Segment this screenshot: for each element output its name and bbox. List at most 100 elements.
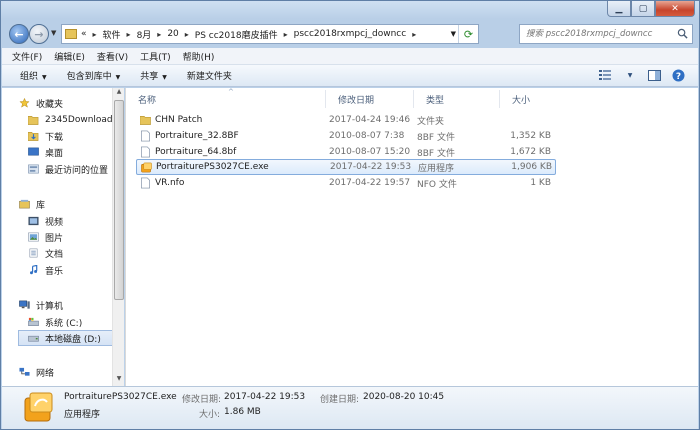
sidebar-item-2345downloads[interactable]: 2345Downloads [28,112,117,128]
refresh-icon: ⟳ [463,27,474,41]
scroll-down-icon[interactable]: ▼ [113,375,125,386]
file-modified: 2010-08-07 15:20 [329,147,411,157]
preview-pane-button[interactable] [646,68,662,82]
new-folder-button[interactable]: 新建文件夹 [187,69,232,82]
sidebar-favorites[interactable]: 收藏夹 [19,95,63,111]
details-created-label: 创建日期: [320,395,360,405]
close-button[interactable]: ✕ [655,1,695,17]
share-label: 共享 [140,72,159,82]
details-created-value: 2020-08-20 10:45 [363,392,445,402]
menu-bar: 文件(F) 编辑(E) 查看(V) 工具(T) 帮助(H) [2,48,698,65]
breadcrumb-separator[interactable]: ▸ [278,30,294,39]
view-controls: ▼ ? [598,68,686,82]
sidebar-item-downloads[interactable]: 下载 [28,128,63,144]
breadcrumb[interactable]: pscc2018rxmpcj_downcc [294,29,407,39]
breadcrumb[interactable]: 软件 [103,28,121,41]
scrollbar-thumb[interactable] [114,100,124,300]
file-modified: 2017-04-22 19:57 [329,178,411,188]
address-bar[interactable]: « ▸ 软件 ▸ 8月 ▸ 20 ▸ PS cc2018磨皮插件 ▸ pscc2… [61,24,479,44]
network-icon [19,367,30,376]
organize-button[interactable]: 组织 ▼ [20,69,47,82]
window-controls: ▁ ▢ ✕ [607,1,695,17]
include-in-library-button[interactable]: 包含到库中 ▼ [67,69,121,82]
help-button[interactable]: ? [670,68,686,82]
menu-file[interactable]: 文件(F) [12,50,42,63]
details-pane: PortraiturePS3027CE.exe 应用程序 修改日期: 2017-… [2,386,698,429]
sidebar-item-pictures[interactable]: 图片 [28,229,63,245]
column-header-size[interactable]: 大小 [500,90,580,108]
breadcrumb-separator[interactable]: ▸ [87,30,103,39]
column-header-type[interactable]: 类型 [414,90,500,108]
column-header-modified[interactable]: 修改日期 [326,90,414,108]
view-options-dropdown[interactable]: ▼ [622,68,638,82]
file-modified: 2017-04-22 19:53 [330,162,412,172]
refresh-button[interactable]: ⟳ [458,25,478,43]
document-icon [29,248,38,258]
minimize-button[interactable]: ▁ [607,1,631,17]
search-input[interactable] [526,29,676,39]
sidebar-computer[interactable]: 计算机 [19,297,63,313]
change-view-button[interactable] [598,68,614,82]
chevron-down-icon: ▼ [627,71,633,79]
breadcrumb[interactable]: PS cc2018磨皮插件 [195,28,278,41]
svg-text:?: ? [675,72,680,82]
file-row-portraiture-32[interactable]: Portraiture_32.8BF 2010-08-07 7:38 8BF 文… [136,128,556,144]
exe-icon [141,162,152,173]
sidebar-network[interactable]: 网络 [19,364,54,380]
breadcrumb[interactable]: 8月 [137,28,152,41]
folder-icon [28,116,39,125]
menu-tools[interactable]: 工具(T) [140,50,171,63]
sidebar-item-desktop[interactable]: 桌面 [28,144,63,160]
sidebar-item-music[interactable]: 音乐 [28,262,63,278]
search-icon[interactable] [677,28,688,39]
column-header-name[interactable]: 名称 [126,90,326,108]
file-name: Portraiture_64.8bf [155,147,237,157]
back-button[interactable]: ← [9,24,29,44]
sidebar-item-documents[interactable]: 文档 [28,245,63,261]
menu-edit[interactable]: 编辑(E) [54,50,85,63]
file-row-chn-patch[interactable]: CHN Patch 2017-04-24 19:46 文件夹 [136,112,556,128]
navigation-pane: 收藏夹 2345Downloads 下载 桌面 最近访问的位置 库 视频 图片 … [2,88,124,386]
sidebar-libraries[interactable]: 库 [19,196,45,212]
breadcrumb-separator[interactable]: ▸ [179,30,195,39]
breadcrumb-separator[interactable]: ▸ [121,30,137,39]
library-icon [19,199,30,209]
sidebar-item-recent-places[interactable]: 最近访问的位置 [28,161,108,177]
sidebar-item-label: 本地磁盘 (D:) [45,334,101,345]
breadcrumb[interactable]: 20 [167,29,178,39]
recent-pages-dropdown[interactable]: ▼ [51,29,56,37]
sidebar-item-drive-d[interactable]: 本地磁盘 (D:) [18,330,122,346]
forward-button[interactable]: → [29,24,49,44]
music-icon [30,265,38,275]
recent-places-icon [28,164,39,174]
star-icon [19,98,30,108]
details-filetype: 应用程序 [64,410,101,420]
video-icon [28,216,39,226]
sidebar-item-label: 2345Downloads [45,115,118,125]
share-button[interactable]: 共享 ▼ [140,69,167,82]
sidebar-item-drive-c[interactable]: 系统 (C:) [28,314,82,330]
file-modified: 2010-08-07 7:38 [329,131,405,141]
scroll-up-icon[interactable]: ▲ [113,88,125,99]
folder-icon [65,29,77,39]
file-icon [141,146,150,158]
file-type: 应用程序 [418,163,455,174]
download-folder-icon [28,132,39,141]
file-row-portraiture-exe[interactable]: PortraiturePS3027CE.exe 2017-04-22 19:53… [136,159,556,175]
file-row-portraiture-64[interactable]: Portraiture_64.8bf 2010-08-07 15:20 8BF … [136,144,556,160]
sidebar-item-videos[interactable]: 视频 [28,213,63,229]
menu-view[interactable]: 查看(V) [97,50,128,63]
chevron-down-icon[interactable]: ▼ [451,30,456,38]
maximize-button[interactable]: ▢ [631,1,655,17]
breadcrumb-separator[interactable]: ▸ [151,30,167,39]
sidebar-item-label: 下载 [45,132,64,143]
file-row-vr-nfo[interactable]: VR.nfo 2017-04-22 19:57 NFO 文件 1 KB [136,175,556,191]
breadcrumb-separator[interactable]: ▸ [406,30,422,39]
sidebar-item-label: 最近访问的位置 [45,165,109,176]
file-type: 文件夹 [417,116,445,127]
file-size: 1,352 KB [510,131,551,141]
file-name: CHN Patch [155,115,203,125]
navigation-pane-scrollbar[interactable]: ▲ ▼ [112,88,124,386]
menu-help[interactable]: 帮助(H) [183,50,215,63]
details-modified-value: 2017-04-22 19:53 [224,392,306,402]
